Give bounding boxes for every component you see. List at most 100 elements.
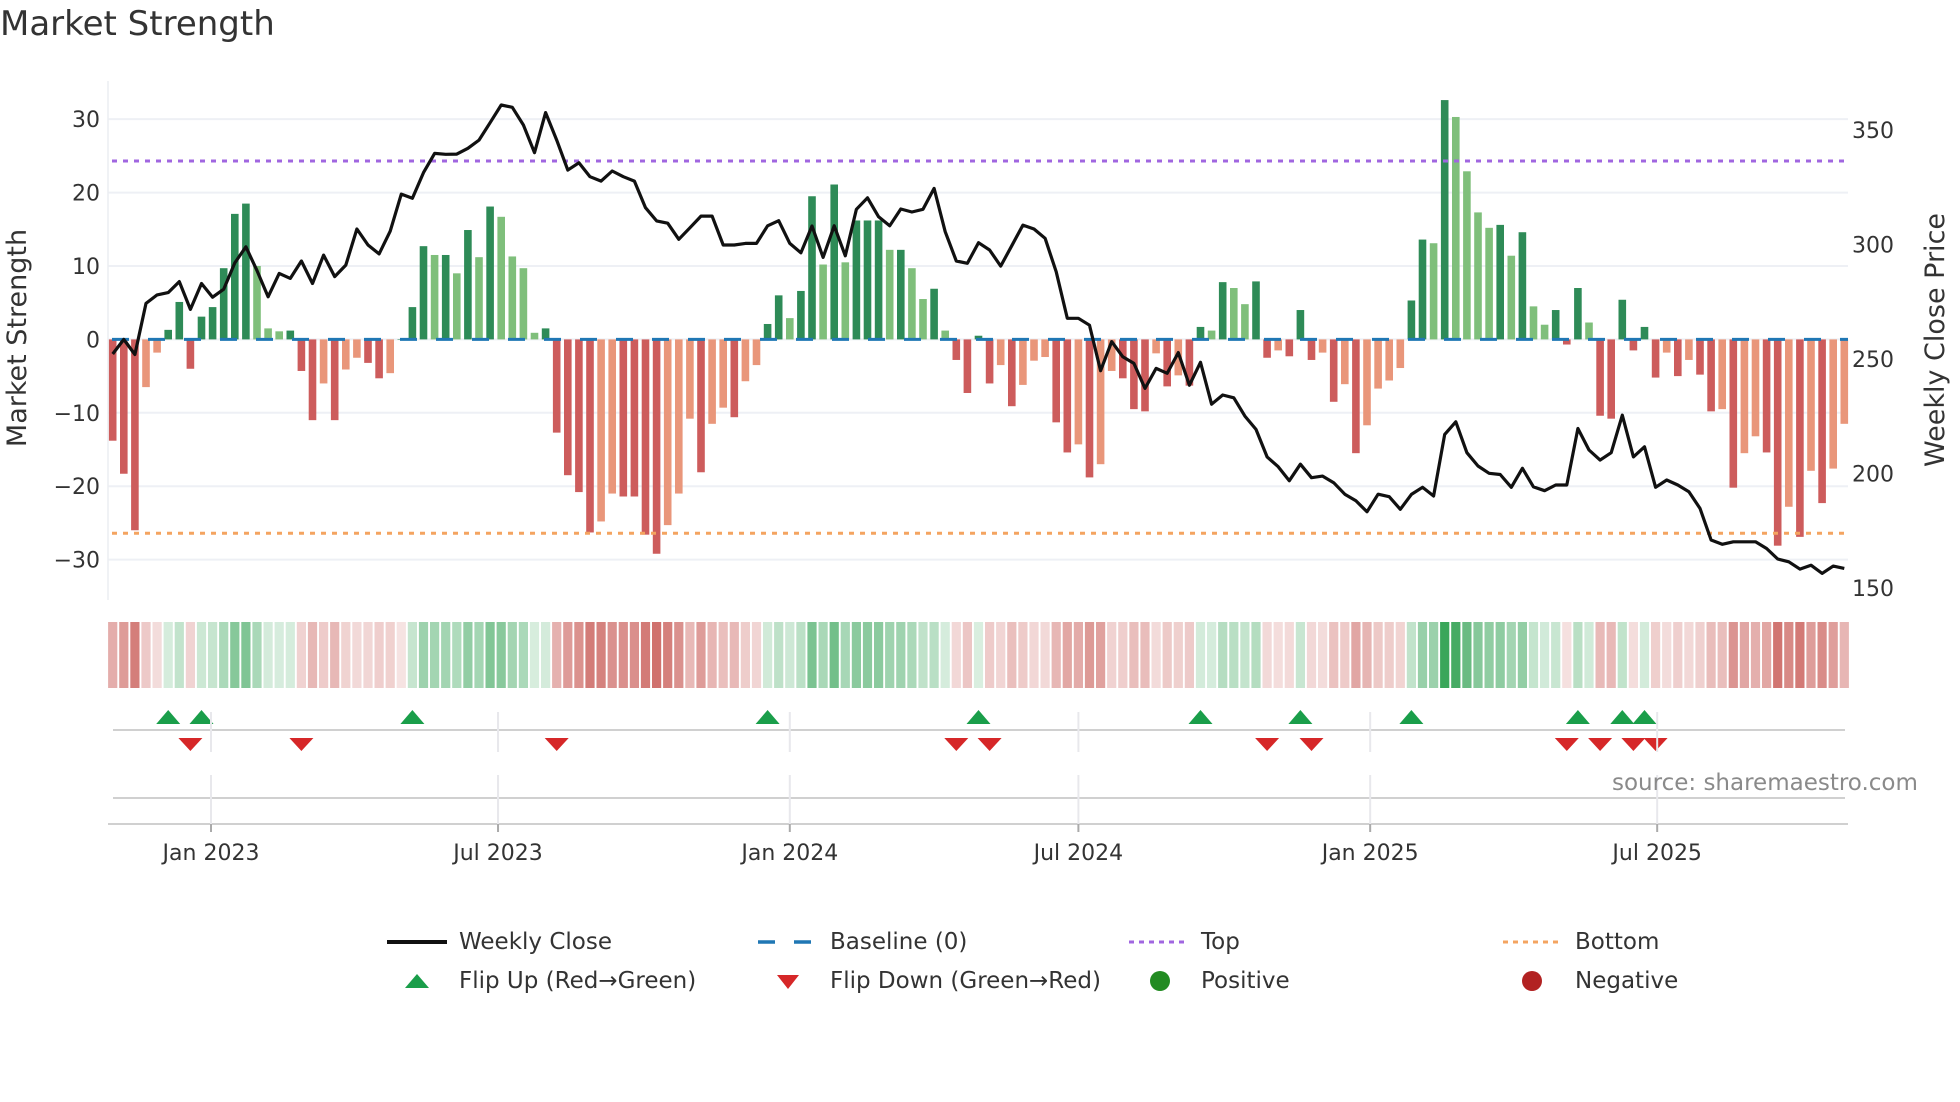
heat-cell[interactable] <box>263 622 273 688</box>
heat-cell[interactable] <box>1695 622 1705 688</box>
heat-cell[interactable] <box>862 622 873 688</box>
heat-cell[interactable] <box>1451 622 1461 688</box>
heat-cell[interactable] <box>1018 622 1028 688</box>
strength-bar[interactable] <box>1785 339 1793 507</box>
strength-bar[interactable] <box>708 339 716 424</box>
strength-bar[interactable] <box>741 339 750 382</box>
flip-down-marker[interactable] <box>977 738 1002 751</box>
strength-bar[interactable] <box>1152 339 1160 354</box>
strength-bar[interactable] <box>786 318 794 340</box>
heat-cell[interactable] <box>1373 622 1383 688</box>
heat-cell[interactable] <box>840 622 850 688</box>
strength-bar[interactable] <box>1540 324 1549 340</box>
heat-cell[interactable] <box>196 622 207 688</box>
heat-cell[interactable] <box>1673 622 1683 688</box>
heat-cell[interactable] <box>307 622 318 688</box>
strength-bar[interactable] <box>1341 339 1349 385</box>
heat-cell[interactable] <box>1762 622 1772 688</box>
strength-bar[interactable] <box>1496 224 1504 340</box>
strength-bar[interactable] <box>197 316 206 340</box>
heat-cell[interactable] <box>1817 622 1827 688</box>
strength-bar[interactable] <box>1218 282 1227 340</box>
heat-cell[interactable] <box>1040 622 1050 688</box>
flip-down-marker[interactable] <box>1554 738 1579 751</box>
strength-bar[interactable] <box>719 339 727 408</box>
strength-bar[interactable] <box>1241 304 1249 340</box>
heat-cell[interactable] <box>541 622 551 688</box>
strength-bar[interactable] <box>108 339 117 441</box>
strength-bar[interactable] <box>1074 339 1083 445</box>
flip-down-marker[interactable] <box>1588 738 1613 751</box>
strength-bar[interactable] <box>464 230 472 340</box>
heat-cell[interactable] <box>219 622 229 688</box>
heat-cell[interactable] <box>1717 622 1727 688</box>
heat-cell[interactable] <box>529 622 540 688</box>
heat-cell[interactable] <box>929 622 939 688</box>
strength-bar[interactable] <box>730 339 739 418</box>
heat-cell[interactable] <box>574 622 584 688</box>
strength-bar[interactable] <box>963 339 972 393</box>
heat-cell[interactable] <box>1318 622 1328 688</box>
strength-bar[interactable] <box>175 301 184 340</box>
heat-cell[interactable] <box>629 622 639 688</box>
strength-bar[interactable] <box>264 328 272 340</box>
strength-bar[interactable] <box>275 331 283 340</box>
strength-bar[interactable] <box>1551 310 1560 340</box>
strength-bar[interactable] <box>652 339 661 554</box>
flip-up-marker[interactable] <box>1288 710 1313 724</box>
strength-bar[interactable] <box>308 339 317 421</box>
strength-bar[interactable] <box>1507 255 1516 340</box>
heat-cell[interactable] <box>763 622 773 688</box>
heat-cell[interactable] <box>1795 622 1805 688</box>
heat-cell[interactable] <box>596 622 606 688</box>
strength-bar[interactable] <box>874 220 883 340</box>
strength-bar[interactable] <box>1740 339 1749 454</box>
strength-bar[interactable] <box>1030 339 1038 361</box>
strength-bar[interactable] <box>1596 339 1604 416</box>
heat-cell[interactable] <box>718 622 728 688</box>
strength-bar[interactable] <box>364 339 372 363</box>
heat-cell[interactable] <box>729 622 739 688</box>
heat-cell[interactable] <box>1151 622 1161 688</box>
strength-bar[interactable] <box>819 264 827 340</box>
heat-cell[interactable] <box>607 622 617 688</box>
strength-bar[interactable] <box>1385 339 1393 381</box>
strength-bar[interactable] <box>508 256 517 340</box>
strength-bar[interactable] <box>985 339 994 384</box>
heat-cell[interactable] <box>696 622 706 688</box>
heat-cell[interactable] <box>1273 622 1283 688</box>
heat-cell[interactable] <box>1162 622 1172 688</box>
heat-cell[interactable] <box>1173 622 1183 688</box>
heat-cell[interactable] <box>1218 622 1228 688</box>
strength-bar[interactable] <box>1363 339 1371 426</box>
strength-bar[interactable] <box>808 196 816 340</box>
strength-bar[interactable] <box>852 220 861 340</box>
flip-up-marker[interactable] <box>156 710 181 724</box>
strength-bar[interactable] <box>1762 339 1771 453</box>
heat-cell[interactable] <box>1562 622 1572 688</box>
strength-bar[interactable] <box>1629 339 1638 351</box>
heat-cell[interactable] <box>441 622 451 688</box>
heat-cell[interactable] <box>418 622 429 688</box>
heat-cell[interactable] <box>829 622 839 688</box>
heat-cell[interactable] <box>507 622 517 688</box>
heat-cell[interactable] <box>907 622 917 688</box>
heat-cell[interactable] <box>1484 622 1494 688</box>
heat-cell[interactable] <box>141 622 151 688</box>
strength-bar[interactable] <box>1130 339 1138 410</box>
flip-up-marker[interactable] <box>189 710 214 724</box>
heat-cell[interactable] <box>640 622 651 688</box>
heat-cell[interactable] <box>1728 622 1738 688</box>
flip-up-marker[interactable] <box>400 710 425 724</box>
flip-up-marker[interactable] <box>1632 710 1657 724</box>
heat-cell[interactable] <box>1639 622 1650 688</box>
heat-cell[interactable] <box>174 622 184 688</box>
strength-bar[interactable] <box>297 339 306 371</box>
strength-bar[interactable] <box>186 339 195 369</box>
strength-bar[interactable] <box>1407 300 1416 340</box>
heat-cell[interactable] <box>252 622 262 688</box>
strength-bar[interactable] <box>120 339 128 474</box>
strength-bar[interactable] <box>1729 339 1738 488</box>
strength-bar[interactable] <box>1307 339 1316 360</box>
heat-cell[interactable] <box>130 622 140 688</box>
